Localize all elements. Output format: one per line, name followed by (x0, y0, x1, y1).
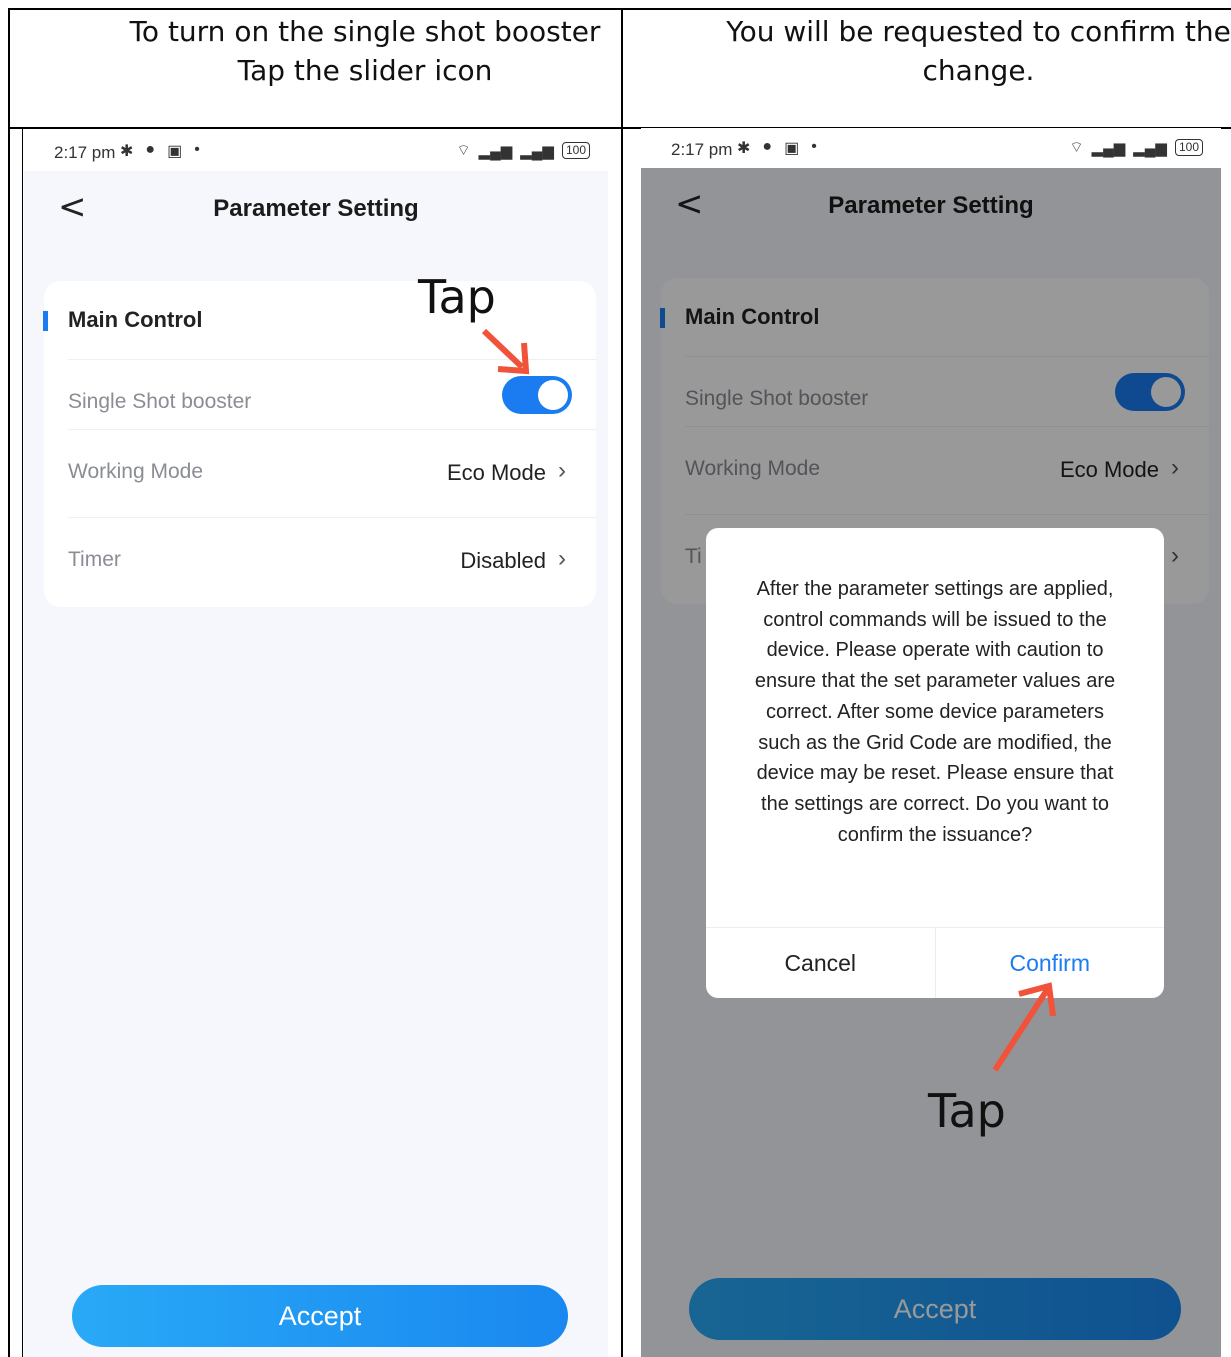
dot-icon: • (811, 138, 817, 155)
message-icon: ▣ (784, 140, 800, 157)
confirm-dialog: After the parameter settings are applied… (706, 528, 1164, 998)
row-label: Timer (68, 548, 121, 571)
right-caption: You will be requested to confirm the cha… (726, 15, 1231, 87)
title-bar: < Parameter Setting (24, 173, 608, 248)
dialog-message: After the parameter settings are applied… (754, 578, 1116, 846)
row-value: Disabled (460, 548, 546, 573)
row-label: Single Shot booster (68, 390, 252, 413)
arrow-annotation-right-icon (992, 982, 1056, 1072)
tap-annotation-left: Tap (418, 270, 496, 324)
status-time: 2:17 pm (671, 140, 733, 159)
row-timer[interactable]: Timer Disabled › (68, 517, 596, 606)
row-working-mode[interactable]: Working Mode Eco Mode › (68, 429, 596, 518)
dot-icon: • (194, 141, 200, 158)
signal-icon: ▂▄▆ (478, 142, 513, 160)
page-title: Parameter Setting (213, 195, 419, 222)
chevron-right-icon: › (558, 545, 566, 572)
wifi-icon: ⌔ (1069, 139, 1084, 156)
signal-icon-2: ▂▄▆ (1133, 139, 1167, 157)
battery-icon: 100 (561, 142, 590, 159)
status-right-icons: ⌔ ▂▄▆ ▂▄▆ 100 (1069, 138, 1203, 157)
accept-button[interactable]: Accept (72, 1285, 568, 1347)
left-caption: To turn on the single shot booster Tap t… (129, 15, 601, 87)
signal-icon-2: ▂▄▆ (520, 142, 554, 160)
tap-annotation-right: Tap (928, 1084, 1006, 1138)
bluetooth-icon: ✱ (737, 140, 751, 157)
status-notification-icons: ✱ ● ▣ • (120, 141, 200, 161)
left-phone-screen: 2:17 pm ✱ ● ▣ • ⌔ ▂▄▆ ▂▄▆ 100 < Paramete… (24, 131, 608, 1357)
dialog-buttons: Cancel Confirm (706, 927, 1164, 998)
section-accent-bar (43, 311, 48, 331)
status-right-icons: ⌔ ▂▄▆ ▂▄▆ 100 (456, 141, 590, 160)
chevron-right-icon: › (558, 457, 566, 484)
chat-icon: ● (762, 138, 773, 155)
status-bar: 2:17 pm ✱ ● ▣ • ⌔ ▂▄▆ ▂▄▆ 100 (24, 131, 608, 171)
bluetooth-icon: ✱ (120, 143, 134, 160)
wifi-icon: ⌔ (456, 142, 471, 159)
toggle-knob (538, 380, 568, 410)
cancel-button[interactable]: Cancel (706, 928, 936, 998)
table-inner-left-border (22, 129, 23, 1357)
right-phone-screen: 2:17 pm ✱ ● ▣ • ⌔ ▂▄▆ ▂▄▆ 100 < Paramete… (641, 128, 1221, 1357)
section-title: Main Control (68, 307, 203, 332)
single-shot-booster-toggle[interactable] (502, 376, 572, 414)
chat-icon: ● (145, 141, 156, 158)
table-divider-vertical (621, 8, 623, 1357)
battery-icon: 100 (1174, 139, 1203, 156)
row-value: Eco Mode (446, 460, 546, 485)
arrow-annotation-left-icon (481, 328, 530, 375)
signal-icon: ▂▄▆ (1091, 139, 1126, 157)
status-notification-icons: ✱ ● ▣ • (737, 138, 817, 158)
status-time: 2:17 pm (54, 143, 116, 162)
row-label: Working Mode (68, 460, 204, 483)
message-icon: ▣ (167, 143, 183, 160)
status-bar: 2:17 pm ✱ ● ▣ • ⌔ ▂▄▆ ▂▄▆ 100 (641, 128, 1221, 168)
